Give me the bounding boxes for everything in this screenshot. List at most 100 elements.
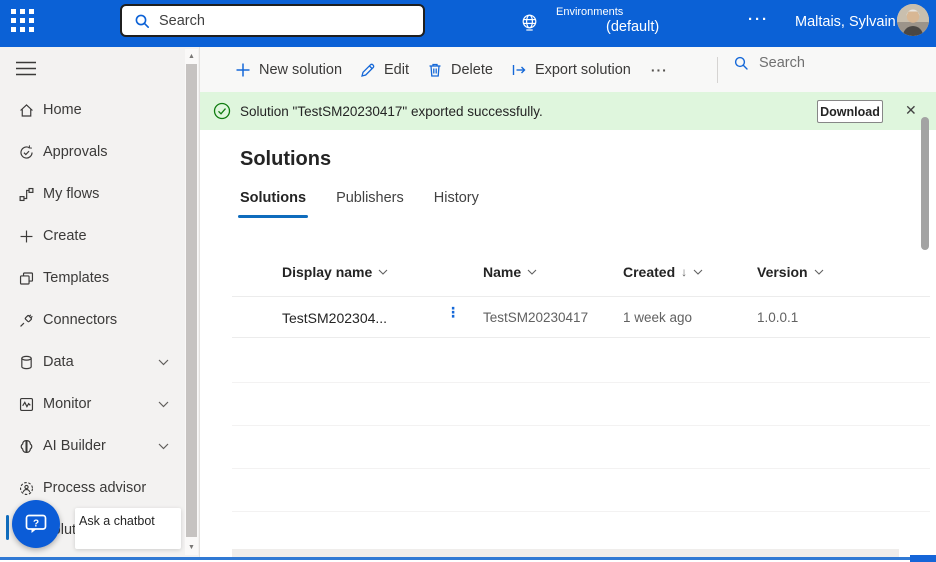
templates-icon — [18, 268, 35, 288]
settings-more-icon[interactable]: ··· — [748, 11, 769, 28]
row-separator — [232, 382, 930, 383]
selected-nav-indicator — [6, 515, 9, 540]
search-icon — [134, 13, 150, 29]
cell-version: 1.0.0.1 — [757, 310, 798, 325]
command-overflow-icon[interactable]: ··· — [647, 62, 672, 78]
environment-globe-icon — [520, 13, 539, 32]
environments-label: Environments — [556, 6, 623, 18]
sidebar-item-label: Process advisor — [43, 480, 146, 496]
page-title: Solutions — [240, 148, 331, 171]
window-bottom-edge — [0, 557, 936, 560]
column-header-created[interactable]: Created ↓ — [623, 264, 703, 280]
new-solution-button[interactable]: New solution — [233, 58, 344, 82]
collapse-nav-icon[interactable] — [16, 61, 36, 76]
chevron-down-icon — [158, 443, 169, 450]
process-advisor-icon — [18, 478, 35, 498]
download-button[interactable]: Download — [817, 100, 883, 123]
chevron-down-icon — [158, 401, 169, 408]
global-search-input[interactable] — [159, 13, 423, 29]
sidebar-item-approvals[interactable]: Approvals — [0, 131, 184, 173]
delete-button[interactable]: Delete — [425, 58, 495, 82]
export-solution-button[interactable]: Export solution — [509, 58, 633, 82]
sidebar-item-templates[interactable]: Templates — [0, 257, 184, 299]
global-search-box[interactable] — [120, 4, 425, 37]
sidebar-item-my-flows[interactable]: My flows — [0, 173, 184, 215]
command-bar: New solution Edit Delete Export solution… — [200, 47, 936, 92]
tab-publishers[interactable]: Publishers — [336, 190, 404, 218]
sidebar-item-label: Home — [43, 102, 82, 118]
chatbot-fab-button[interactable]: ? — [12, 500, 60, 548]
list-search-box[interactable] — [733, 55, 909, 71]
sidebar-item-label: Create — [43, 228, 87, 244]
ai-brain-icon — [18, 436, 35, 456]
sidebar-item-ai-builder[interactable]: AI Builder — [0, 425, 184, 467]
monitor-chart-icon — [18, 394, 35, 414]
chat-question-icon: ? — [23, 511, 49, 537]
column-header-version[interactable]: Version — [757, 264, 824, 280]
banner-message: Solution "TestSM20230417" exported succe… — [240, 104, 543, 119]
approvals-icon — [18, 142, 35, 162]
scroll-up-icon[interactable]: ▲ — [185, 53, 198, 60]
sidebar-item-label: Connectors — [43, 312, 117, 328]
sidebar-item-monitor[interactable]: Monitor — [0, 383, 184, 425]
column-header-name[interactable]: Name — [483, 264, 537, 280]
chevron-down-icon — [378, 269, 388, 275]
trash-icon — [427, 62, 443, 78]
database-icon — [18, 352, 35, 372]
chevron-down-icon — [527, 269, 537, 275]
tab-history[interactable]: History — [434, 190, 479, 218]
cell-name: TestSM20230417 — [483, 310, 588, 325]
horizontal-scrollbar-track[interactable] — [232, 549, 899, 557]
divider — [717, 57, 718, 83]
sidebar-item-label: Approvals — [43, 144, 107, 160]
row-separator — [232, 468, 930, 469]
sort-descending-icon: ↓ — [681, 265, 687, 279]
sidebar-item-label: My flows — [43, 186, 99, 202]
success-banner: Solution "TestSM20230417" exported succe… — [200, 92, 936, 130]
chevron-down-icon — [158, 359, 169, 366]
row-separator — [232, 425, 930, 426]
cell-display-name[interactable]: TestSM202304... — [282, 310, 387, 326]
scroll-down-icon[interactable]: ▼ — [185, 544, 198, 551]
power-automate-app: Environments (default) ··· Maltais, Sylv… — [0, 0, 936, 562]
sidebar-scrollbar-thumb[interactable] — [186, 64, 197, 537]
sidebar-item-label: AI Builder — [43, 438, 106, 454]
solutions-page: Solutions Solutions Publishers History D… — [200, 130, 936, 549]
user-name: Maltais, Sylvain — [795, 14, 896, 30]
scrollbar-corner — [910, 555, 936, 562]
chevron-down-icon — [693, 269, 703, 275]
sidebar-item-connectors[interactable]: Connectors — [0, 299, 184, 341]
sidebar-item-label: Data — [43, 354, 74, 370]
plus-icon — [18, 226, 35, 246]
edit-button[interactable]: Edit — [358, 58, 411, 82]
table-row[interactable]: TestSM202304... ⋮ TestSM20230417 1 week … — [232, 296, 930, 338]
sidebar-item-data[interactable]: Data — [0, 341, 184, 383]
top-app-bar: Environments (default) ··· Maltais, Sylv… — [0, 0, 936, 47]
sidebar-item-label: Templates — [43, 270, 109, 286]
sidebar-item-home[interactable]: Home — [0, 89, 184, 131]
sidebar-item-create[interactable]: Create — [0, 215, 184, 257]
app-launcher-waffle-icon[interactable] — [11, 9, 37, 35]
export-icon — [511, 62, 527, 78]
sidebar-scrollbar[interactable]: ▲ ▼ — [185, 49, 198, 555]
svg-text:?: ? — [33, 518, 39, 529]
tab-solutions[interactable]: Solutions — [240, 190, 306, 218]
plus-icon — [235, 62, 251, 78]
avatar[interactable] — [897, 4, 929, 36]
row-separator — [232, 511, 930, 512]
sidebar-item-label: Monitor — [43, 396, 91, 412]
close-icon[interactable]: ✕ — [905, 102, 917, 119]
list-search-input[interactable] — [759, 55, 909, 71]
column-header-display-name[interactable]: Display name — [282, 264, 388, 280]
chatbot-tooltip: Ask a chatbot — [75, 508, 181, 549]
vertical-scrollbar-thumb[interactable] — [921, 117, 929, 250]
chevron-down-icon — [814, 269, 824, 275]
row-more-vertical-icon[interactable]: ⋮ — [446, 307, 458, 318]
home-icon — [18, 100, 35, 120]
pencil-icon — [360, 62, 376, 78]
search-icon — [733, 55, 749, 71]
success-check-icon — [213, 102, 231, 120]
tab-strip: Solutions Publishers History — [240, 190, 479, 218]
connector-plug-icon — [18, 310, 35, 330]
environment-picker[interactable]: (default) — [606, 19, 659, 35]
